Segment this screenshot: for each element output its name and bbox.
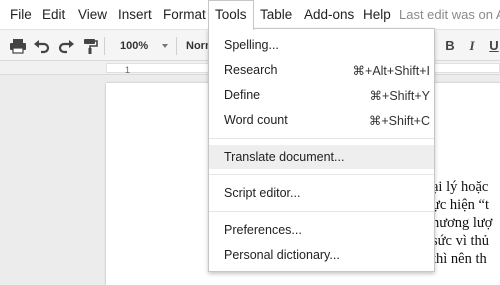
paint-format-icon[interactable]	[80, 36, 100, 56]
menu-item-label: Spelling...	[224, 38, 279, 52]
menu-format[interactable]: Format	[157, 0, 212, 29]
menu-item-spelling[interactable]: Spelling...	[209, 33, 434, 57]
zoom-value: 100%	[120, 40, 149, 52]
menu-item-shortcut: ⌘+Alt+Shift+I	[352, 64, 430, 78]
menu-item-label: Preferences...	[224, 223, 302, 237]
menu-separator	[209, 174, 434, 175]
menu-separator	[209, 138, 434, 139]
menu-help[interactable]: Help	[357, 0, 397, 29]
document-line: sức vì thủ	[432, 233, 489, 249]
menu-tools[interactable]: Tools	[208, 0, 254, 30]
menu-item-label: Script editor...	[224, 186, 301, 200]
document-line: thì nên th	[432, 251, 487, 267]
menu-item-script-editor[interactable]: Script editor...	[209, 181, 434, 205]
menu-item-word-count[interactable]: Word count ⌘+Shift+C	[209, 108, 434, 132]
print-icon[interactable]	[8, 36, 28, 56]
menu-bar: File Edit View Insert Format Tools Table…	[0, 0, 500, 30]
last-edit-link[interactable]: Last edit was on A	[399, 0, 500, 29]
menu-item-label: Word count	[224, 113, 288, 127]
menu-item-personal-dictionary[interactable]: Personal dictionary...	[209, 243, 434, 267]
document-line: ực hiện “t	[432, 197, 489, 213]
menu-insert[interactable]: Insert	[112, 0, 158, 29]
menu-item-define[interactable]: Define ⌘+Shift+Y	[209, 83, 434, 107]
zoom-select[interactable]: 100%	[112, 35, 172, 57]
menu-item-shortcut: ⌘+Shift+C	[368, 114, 430, 128]
menu-item-preferences[interactable]: Preferences...	[209, 218, 434, 242]
bold-button[interactable]: B	[440, 35, 460, 57]
tools-menu: Spelling... Research ⌘+Alt+Shift+I Defin…	[208, 28, 435, 272]
menu-separator	[209, 211, 434, 212]
menu-item-label: Personal dictionary...	[224, 248, 340, 262]
menu-item-label: Translate document...	[224, 150, 345, 164]
chevron-down-icon	[162, 44, 168, 48]
menu-file[interactable]: File	[4, 0, 38, 29]
menu-add-ons[interactable]: Add-ons	[298, 0, 360, 29]
menu-item-shortcut: ⌘+Shift+Y	[369, 89, 430, 103]
document-line: hương lượ	[432, 215, 493, 231]
undo-icon[interactable]	[32, 36, 52, 56]
menu-item-label: Define	[224, 88, 261, 102]
menu-table[interactable]: Table	[254, 0, 298, 29]
redo-icon[interactable]	[56, 36, 76, 56]
ruler-mark: 1	[125, 65, 131, 75]
menu-view[interactable]: View	[72, 0, 113, 29]
document-line: ại lý hoặc	[432, 179, 489, 195]
toolbar-separator	[104, 37, 105, 55]
menu-item-translate-document[interactable]: Translate document...	[209, 145, 434, 169]
menu-item-label: Research	[224, 63, 278, 77]
underline-button[interactable]: U	[484, 35, 500, 57]
toolbar-separator	[176, 37, 177, 55]
menu-edit[interactable]: Edit	[36, 0, 71, 29]
italic-button[interactable]: I	[462, 35, 482, 57]
menu-item-research[interactable]: Research ⌘+Alt+Shift+I	[209, 58, 434, 82]
